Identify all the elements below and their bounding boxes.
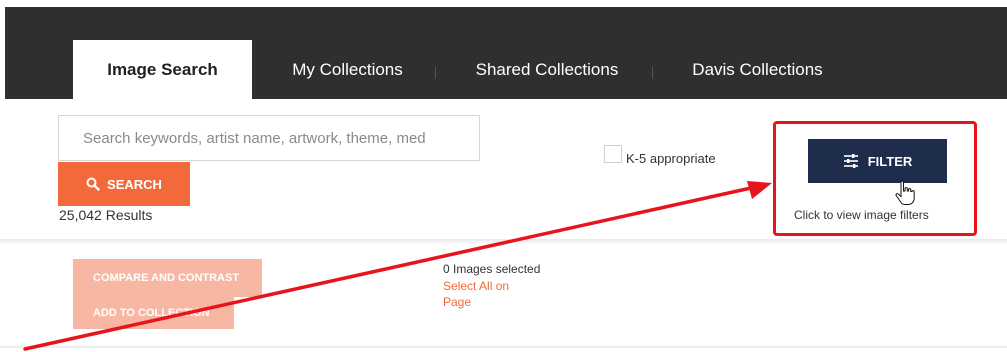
top-navigation-bar: Image Search My Collections Shared Colle… (5, 7, 1007, 99)
search-input[interactable] (58, 115, 480, 161)
results-count: 25,042 Results (59, 207, 153, 223)
tab-separator (652, 67, 653, 79)
tab-separator (435, 67, 436, 79)
compare-and-contrast-button[interactable]: COMPARE AND CONTRAST (73, 259, 262, 297)
k5-appropriate-checkbox[interactable]: K-5 appropriate (604, 145, 716, 166)
tab-my-collections[interactable]: My Collections (275, 40, 420, 99)
arrow-head (747, 181, 772, 199)
checkbox-box[interactable] (604, 145, 622, 163)
images-selected-count: 0 Images selected (443, 262, 541, 276)
section-divider (0, 239, 1007, 245)
select-all-on-page-link[interactable]: Select All on Page (443, 278, 533, 310)
tab-shared-collections[interactable]: Shared Collections (457, 40, 637, 99)
search-button-label: SEARCH (107, 176, 162, 192)
annotation-highlight-box (773, 121, 977, 236)
tab-davis-collections[interactable]: Davis Collections (675, 40, 840, 99)
tab-image-search[interactable]: Image Search (73, 40, 252, 99)
add-to-collection-button[interactable]: ADD TO COLLECTION (73, 296, 234, 329)
bottom-divider (0, 346, 1007, 348)
k5-label: K-5 appropriate (626, 151, 716, 166)
search-icon (86, 177, 100, 191)
search-button[interactable]: SEARCH (58, 162, 190, 206)
